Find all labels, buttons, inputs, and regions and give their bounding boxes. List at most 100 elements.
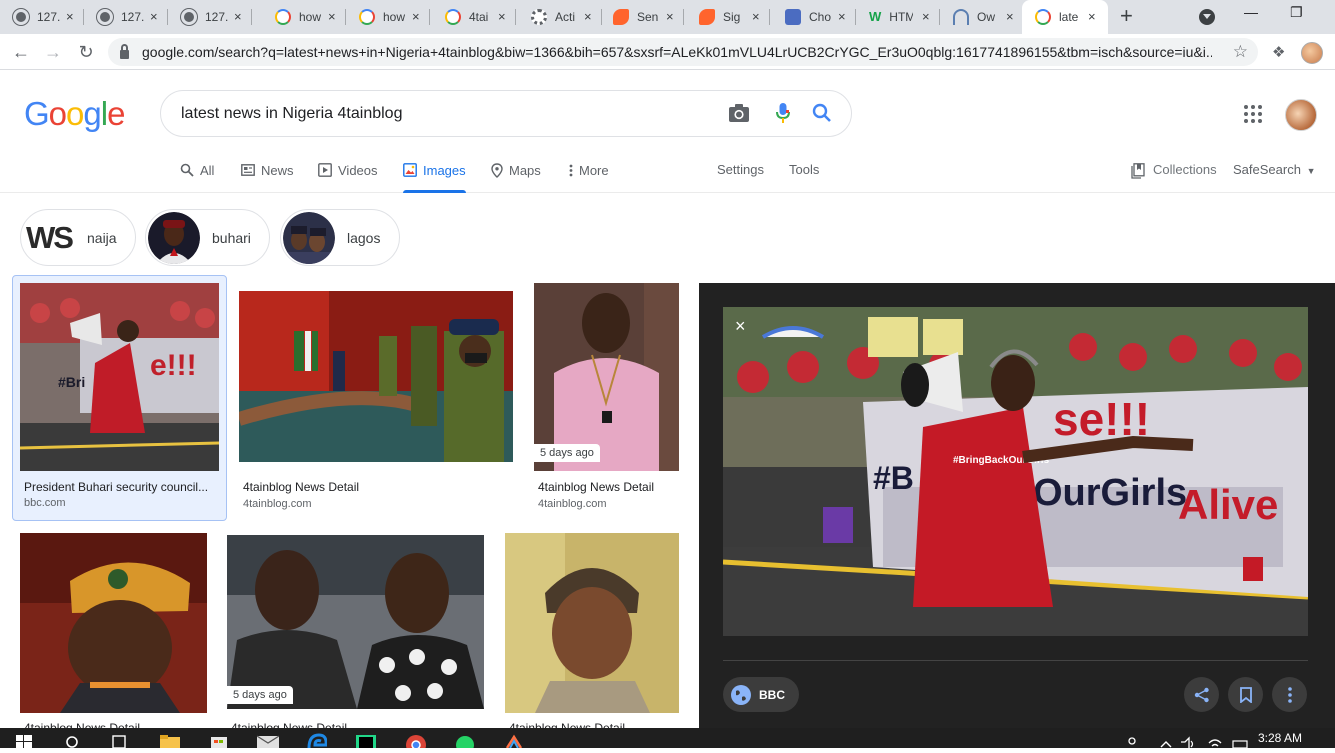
tab-close-icon[interactable]: × bbox=[234, 10, 242, 24]
related-chip-lagos[interactable]: lagos bbox=[280, 209, 400, 266]
collections-link[interactable]: Collections bbox=[1153, 162, 1217, 177]
result-title[interactable]: President Buhari security council... bbox=[24, 480, 214, 494]
task-view-icon[interactable] bbox=[111, 733, 127, 749]
tab-close-icon[interactable]: × bbox=[1088, 10, 1096, 24]
search-icon[interactable] bbox=[812, 103, 832, 123]
result-title[interactable]: 4tainblog News Detail bbox=[538, 480, 654, 494]
tab-close-icon[interactable]: × bbox=[752, 10, 760, 24]
browser-tab[interactable]: Cho × bbox=[772, 0, 856, 34]
tab-close-icon[interactable]: × bbox=[328, 10, 336, 24]
tab-close-icon[interactable]: × bbox=[412, 10, 420, 24]
related-chip-naija[interactable]: WS naija bbox=[20, 209, 136, 266]
image-result[interactable]: 5 days ago 4tainblog News Detail 4tainbl… bbox=[534, 283, 679, 521]
tab-close-icon[interactable]: × bbox=[66, 10, 74, 24]
tab-more[interactable]: More bbox=[569, 150, 609, 190]
pycharm-icon[interactable] bbox=[356, 733, 376, 748]
edge-icon[interactable] bbox=[307, 733, 328, 749]
tab-close-icon[interactable]: × bbox=[584, 10, 592, 24]
minimize-icon[interactable]: — bbox=[1244, 4, 1258, 20]
system-clock[interactable]: 3:28 AM bbox=[1258, 731, 1302, 745]
result-title[interactable]: 4tainblog News Detail bbox=[243, 480, 359, 494]
result-thumbnail[interactable] bbox=[534, 283, 679, 471]
tab-videos[interactable]: Videos bbox=[318, 150, 378, 190]
result-source[interactable]: 4tainblog.com bbox=[538, 498, 607, 510]
related-chip-buhari[interactable]: buhari bbox=[145, 209, 270, 266]
lock-icon[interactable] bbox=[120, 43, 129, 59]
battery-icon[interactable] bbox=[1232, 733, 1248, 749]
result-source[interactable]: bbc.com bbox=[24, 497, 66, 509]
address-bar[interactable]: google.com/search?q=latest+news+in+Niger… bbox=[108, 38, 1258, 66]
browser-tab[interactable]: W HTM × bbox=[856, 0, 940, 34]
result-thumbnail[interactable] bbox=[227, 535, 484, 709]
tab-close-icon[interactable]: × bbox=[498, 10, 506, 24]
extensions-puzzle-icon[interactable]: ❖ bbox=[1272, 43, 1285, 61]
result-thumbnail[interactable] bbox=[505, 533, 679, 713]
mail-icon[interactable] bbox=[256, 733, 280, 748]
save-button[interactable] bbox=[1228, 677, 1263, 712]
image-result[interactable]: 4tainblog News Detail bbox=[20, 533, 207, 735]
back-icon[interactable]: ← bbox=[10, 41, 32, 63]
close-preview-icon[interactable]: × bbox=[735, 317, 746, 335]
result-thumbnail[interactable]: e!!! #Bri bbox=[20, 283, 219, 471]
tools-link[interactable]: Tools bbox=[789, 162, 819, 177]
tab-images[interactable]: Images bbox=[403, 150, 466, 193]
reload-icon[interactable]: ↻ bbox=[75, 41, 97, 63]
preview-source-chip[interactable]: BBC bbox=[723, 677, 799, 712]
tab-close-icon[interactable]: × bbox=[838, 10, 846, 24]
preview-image[interactable]: se!!! #B OurGirls Alive #BringBackOurGir… bbox=[723, 307, 1308, 636]
share-button[interactable] bbox=[1184, 677, 1219, 712]
browser-tab[interactable]: how × bbox=[262, 0, 346, 34]
more-options-button[interactable] bbox=[1272, 677, 1307, 712]
image-result-selected[interactable]: e!!! #Bri President Buhari security coun… bbox=[12, 275, 227, 521]
apps-grid-icon[interactable] bbox=[1243, 104, 1263, 124]
result-thumbnail[interactable] bbox=[239, 291, 513, 462]
windows-start-icon[interactable] bbox=[16, 733, 32, 748]
tab-all[interactable]: All bbox=[180, 150, 214, 190]
browser-tab[interactable]: Sig × bbox=[686, 0, 770, 34]
image-result[interactable]: 4tainblog News Detail bbox=[505, 533, 679, 735]
mic-icon[interactable] bbox=[775, 102, 791, 124]
camera-search-icon[interactable] bbox=[728, 103, 750, 123]
result-thumbnail[interactable] bbox=[20, 533, 207, 713]
restore-icon[interactable]: ❐ bbox=[1290, 4, 1303, 21]
bookmark-star-icon[interactable]: ☆ bbox=[1233, 42, 1248, 62]
tab-search-icon[interactable] bbox=[1199, 9, 1215, 25]
tab-news[interactable]: News bbox=[241, 150, 294, 190]
search-icon[interactable] bbox=[64, 733, 80, 748]
image-result[interactable]: 4tainblog News Detail 4tainblog.com bbox=[239, 291, 513, 521]
snipping-tool-icon[interactable] bbox=[504, 733, 523, 749]
wifi-icon[interactable] bbox=[1207, 733, 1223, 748]
browser-tab[interactable]: how × bbox=[346, 0, 430, 34]
browser-tab[interactable]: Ow × bbox=[940, 0, 1024, 34]
image-result[interactable]: 5 days ago 4tainblog News Detail bbox=[227, 535, 484, 735]
browser-tab[interactable]: 127. × bbox=[84, 0, 168, 34]
browser-tab[interactable]: 127. × bbox=[168, 0, 252, 34]
settings-link[interactable]: Settings bbox=[717, 162, 764, 177]
collections-icon[interactable] bbox=[1131, 163, 1145, 179]
new-tab-button[interactable]: + bbox=[1120, 5, 1133, 27]
tab-close-icon[interactable]: × bbox=[150, 10, 158, 24]
safesearch-dropdown[interactable]: SafeSearch ▼ bbox=[1233, 162, 1315, 177]
account-avatar[interactable] bbox=[1285, 99, 1317, 131]
store-icon[interactable] bbox=[210, 733, 227, 748]
browser-tab[interactable]: Sen × bbox=[600, 0, 684, 34]
browser-tab[interactable]: 4tai × bbox=[432, 0, 516, 34]
url-text[interactable]: google.com/search?q=latest+news+in+Niger… bbox=[142, 44, 1212, 60]
browser-tab[interactable]: 127. × bbox=[0, 0, 84, 34]
tab-close-icon[interactable]: × bbox=[1006, 10, 1014, 24]
tab-close-icon[interactable]: × bbox=[922, 10, 930, 24]
search-input[interactable]: latest news in Nigeria 4tainblog bbox=[181, 105, 402, 123]
result-source[interactable]: 4tainblog.com bbox=[243, 498, 312, 510]
browser-tab-active[interactable]: late × bbox=[1022, 0, 1108, 34]
forward-icon[interactable]: → bbox=[42, 41, 64, 63]
file-explorer-icon[interactable] bbox=[160, 733, 180, 748]
browser-tab[interactable]: Acti × bbox=[518, 0, 602, 34]
whatsapp-icon[interactable] bbox=[455, 733, 474, 753]
people-icon[interactable] bbox=[1125, 733, 1141, 748]
browser-profile-avatar[interactable] bbox=[1301, 42, 1323, 64]
chevron-up-icon[interactable] bbox=[1160, 733, 1176, 748]
tab-maps[interactable]: Maps bbox=[491, 150, 541, 190]
chrome-icon[interactable] bbox=[406, 733, 426, 753]
google-logo[interactable]: Google bbox=[24, 95, 125, 133]
tab-close-icon[interactable]: × bbox=[666, 10, 674, 24]
